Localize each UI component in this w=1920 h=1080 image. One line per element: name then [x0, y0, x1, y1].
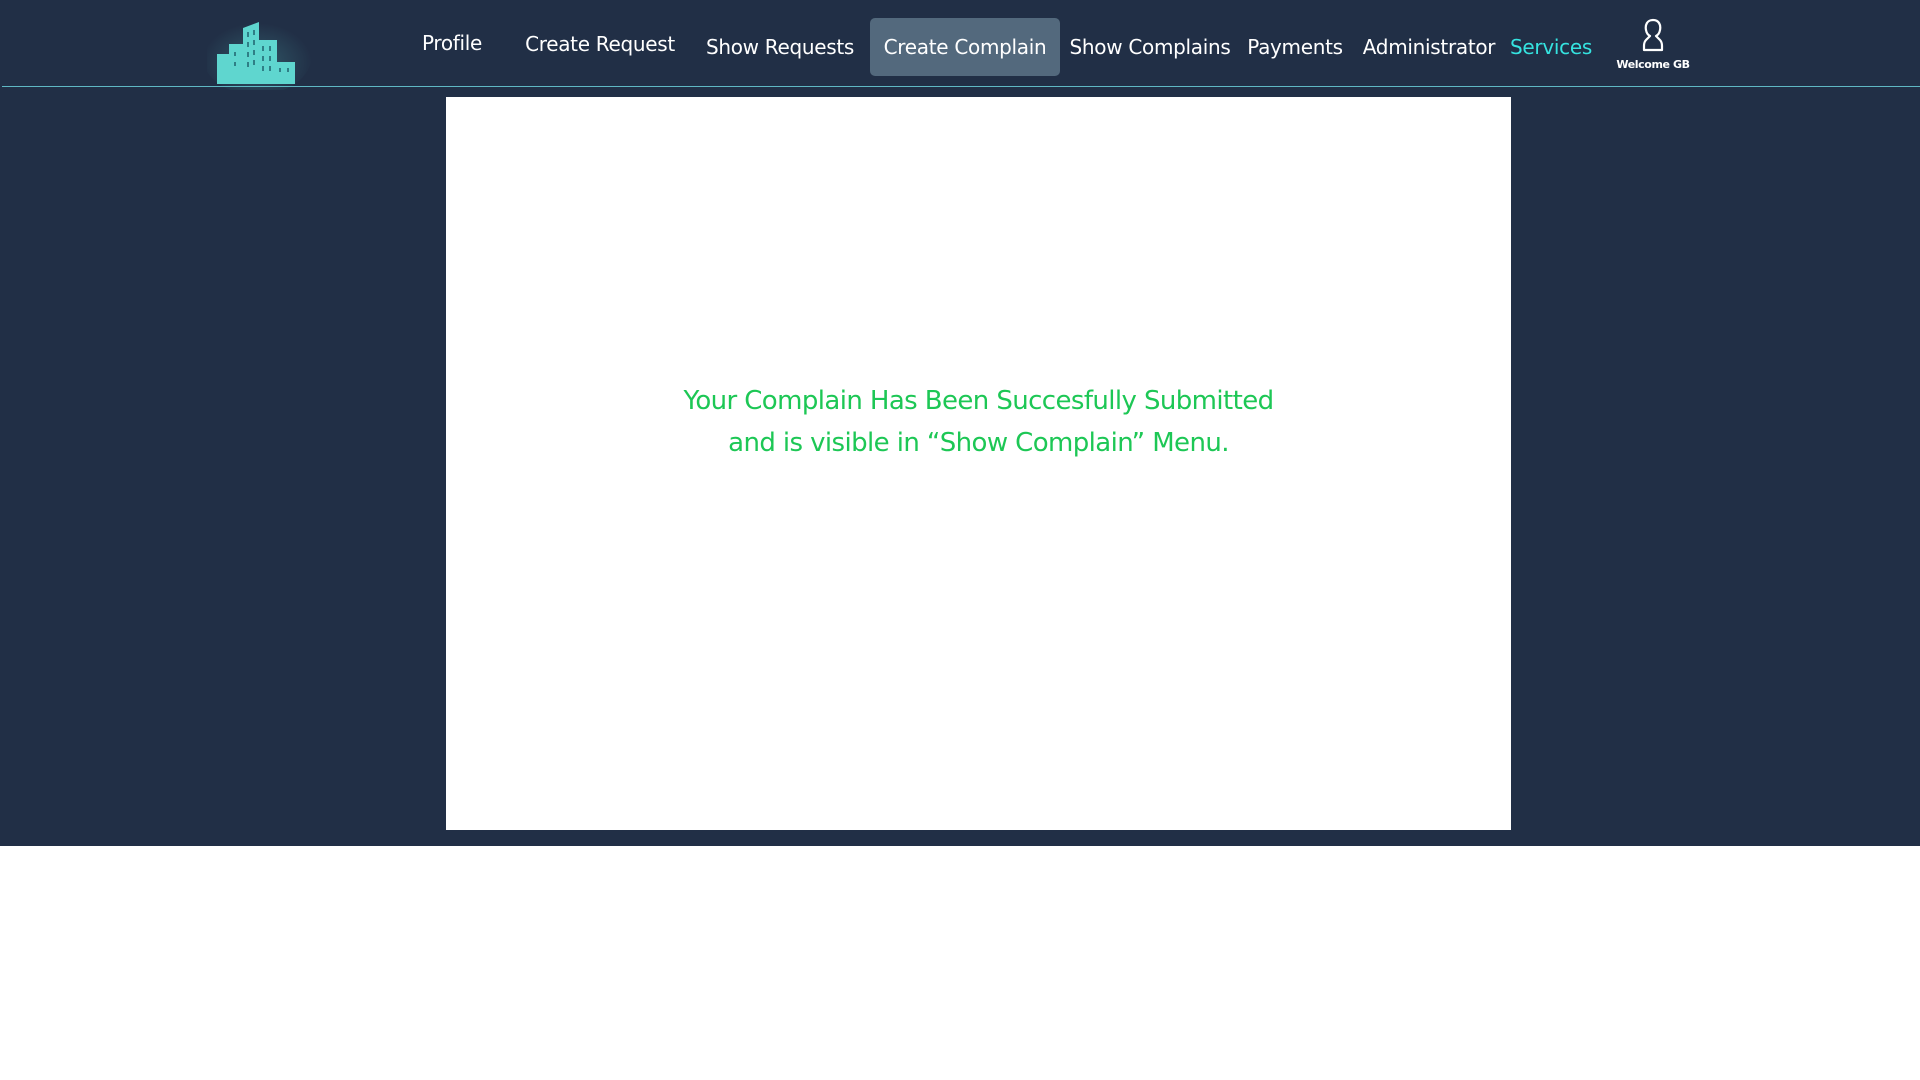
nav-services[interactable]: Services — [1508, 18, 1594, 76]
nav-payments[interactable]: Payments — [1240, 18, 1350, 76]
nav-show-requests[interactable]: Show Requests — [704, 18, 856, 76]
welcome-label: Welcome GB — [1616, 58, 1690, 71]
success-message-line-2: and is visible in “Show Complain” Menu. — [728, 428, 1229, 458]
buildings-logo-icon[interactable] — [207, 10, 317, 120]
success-message: Your Complain Has Been Succesfully Submi… — [446, 380, 1511, 464]
nav-create-complain[interactable]: Create Complain — [870, 18, 1060, 76]
nav-profile[interactable]: Profile — [410, 14, 494, 72]
nav-administrator[interactable]: Administrator — [1363, 18, 1496, 76]
app-window: Profile Create Request Show Requests Cre… — [0, 0, 1920, 846]
nav-create-request[interactable]: Create Request — [525, 15, 675, 73]
nav-show-complains[interactable]: Show Complains — [1070, 18, 1231, 76]
user-icon — [1641, 18, 1665, 57]
user-menu[interactable]: Welcome GB — [1610, 18, 1696, 76]
top-navigation-bar: Profile Create Request Show Requests Cre… — [2, 0, 1920, 90]
content-panel: Your Complain Has Been Succesfully Submi… — [446, 97, 1511, 830]
success-message-line-1: Your Complain Has Been Succesfully Submi… — [683, 386, 1274, 416]
